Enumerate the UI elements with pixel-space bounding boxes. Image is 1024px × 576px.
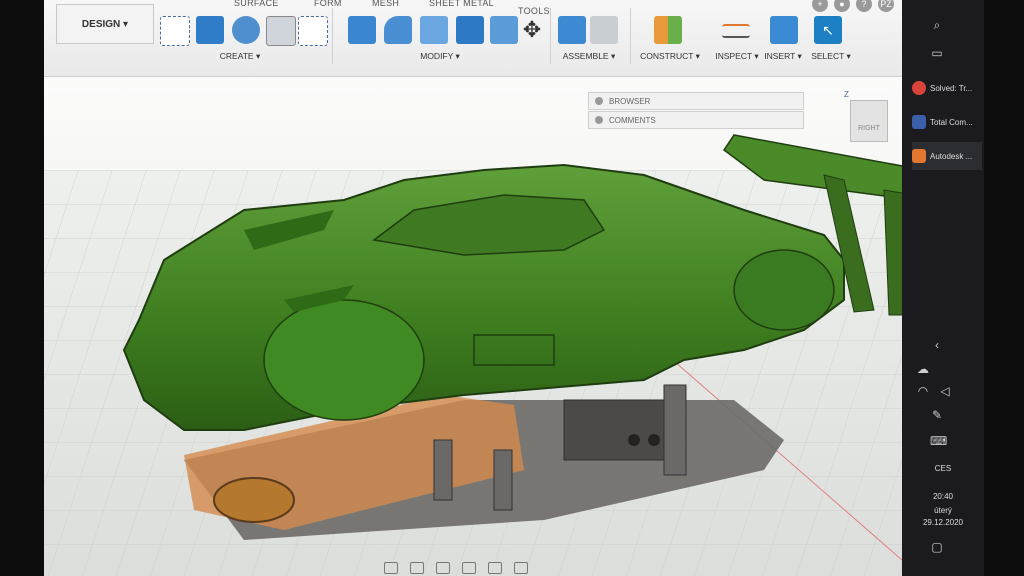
fusion360-window: DESIGN ▾ SURFACE FORM MESH SHEET METAL T…: [44, 0, 902, 576]
split-icon[interactable]: [490, 16, 518, 44]
tab-form[interactable]: FORM: [314, 0, 342, 8]
construct-menu[interactable]: CONSTRUCT ▾: [632, 51, 708, 62]
create-menu[interactable]: CREATE ▾: [156, 51, 324, 62]
pan-icon[interactable]: [410, 562, 424, 574]
navigation-bar: [384, 562, 528, 574]
taskbar-app-autodesk[interactable]: Autodesk ...: [912, 142, 982, 170]
modify-menu[interactable]: MODIFY ▾: [340, 51, 540, 62]
3d-viewport[interactable]: [44, 0, 902, 576]
keyboard-icon[interactable]: ⌨: [930, 434, 947, 448]
view-cube[interactable]: RIGHT: [850, 100, 888, 142]
fusion360-icon: [912, 149, 926, 163]
separator: [332, 8, 333, 64]
separator: [550, 8, 551, 64]
account-area: + ● ? PZ: [812, 0, 894, 12]
offset-plane-icon[interactable]: [654, 16, 682, 44]
monitor-frame: DESIGN ▾ SURFACE FORM MESH SHEET METAL T…: [0, 0, 1024, 576]
clock-day: úterý: [934, 506, 952, 515]
revolve-icon[interactable]: [232, 16, 260, 44]
expand-icon[interactable]: [595, 97, 603, 105]
extrude-icon[interactable]: [196, 16, 224, 44]
combine-icon[interactable]: [456, 16, 484, 44]
ground-plane: [44, 170, 902, 576]
comments-label: COMMENTS: [609, 115, 656, 125]
z-axis-label: Z: [844, 90, 849, 99]
taskbar-app-total-commander[interactable]: Total Com...: [912, 108, 982, 136]
hole-icon[interactable]: [266, 16, 296, 46]
volume-icon[interactable]: ◁: [938, 384, 952, 398]
clock-time[interactable]: 20:40: [902, 492, 984, 501]
browser-label: BROWSER: [609, 96, 651, 106]
zoom-icon[interactable]: [436, 562, 450, 574]
plus-icon[interactable]: +: [812, 0, 828, 12]
expand-icon[interactable]: [595, 116, 603, 124]
measure-icon[interactable]: [722, 24, 750, 38]
tab-sheet-metal[interactable]: SHEET METAL: [429, 0, 494, 8]
ribbon-toolbar: DESIGN ▾ SURFACE FORM MESH SHEET METAL T…: [44, 0, 902, 77]
clock-date: 29.12.2020: [922, 518, 964, 527]
display-settings-icon[interactable]: [488, 562, 502, 574]
fit-icon[interactable]: [462, 562, 476, 574]
taskbar-app-label: Solved: Tr...: [930, 83, 973, 93]
show-hidden-icons-chevron[interactable]: ‹: [930, 338, 944, 352]
orbit-icon[interactable]: [384, 562, 398, 574]
browser-panel[interactable]: BROWSER: [588, 92, 804, 110]
network-icon[interactable]: ◠: [916, 384, 930, 398]
assemble-menu[interactable]: ASSEMBLE ▾: [554, 51, 624, 62]
ground-grid: [44, 170, 902, 576]
windows-taskbar: ⌕ ▭ Solved: Tr... Total Com... Autodesk …: [902, 0, 984, 576]
taskbar-app-label: Autodesk ...: [930, 151, 973, 161]
select-menu[interactable]: SELECT ▾: [806, 51, 856, 62]
car-body-model: [122, 134, 902, 431]
modify-group: ✥ MODIFY ▾: [340, 8, 541, 68]
tab-surface[interactable]: SURFACE: [234, 0, 279, 8]
create-sketch-icon[interactable]: [160, 16, 190, 46]
comments-panel[interactable]: COMMENTS: [588, 111, 804, 129]
view-cube-face-label: RIGHT: [858, 125, 880, 132]
insert-image-icon[interactable]: [770, 16, 798, 44]
chrome-icon: [912, 81, 926, 95]
x-axis-line: [603, 299, 902, 561]
move-icon[interactable]: ✥: [520, 16, 544, 44]
tab-mesh[interactable]: MESH: [372, 0, 399, 8]
separator: [630, 8, 631, 64]
create-group: CREATE ▾: [156, 8, 328, 68]
taskbar-app-chrome[interactable]: Solved: Tr...: [912, 74, 982, 102]
pen-icon[interactable]: ✎: [930, 408, 944, 422]
input-language[interactable]: CES: [902, 464, 984, 473]
help-icon[interactable]: ?: [856, 0, 872, 12]
construct-group: CONSTRUCT ▾: [632, 8, 708, 68]
grid-settings-icon[interactable]: [514, 562, 528, 574]
chassis-part: [184, 384, 784, 540]
shell-icon[interactable]: [420, 16, 448, 44]
taskbar-app-label: Total Com...: [930, 117, 973, 127]
insert-group: INSERT ▾: [760, 8, 806, 68]
joint-icon[interactable]: [590, 16, 618, 44]
search-icon[interactable]: ⌕: [930, 18, 944, 32]
insert-menu[interactable]: INSERT ▾: [760, 51, 806, 62]
task-view-icon[interactable]: ▭: [930, 46, 944, 60]
press-pull-icon[interactable]: [348, 16, 376, 44]
notifications-icon[interactable]: ▢: [930, 540, 944, 554]
select-group: ↖ SELECT ▾: [806, 8, 856, 68]
cloud-icon[interactable]: ☁: [916, 362, 930, 376]
new-component-icon[interactable]: [558, 16, 586, 44]
user-avatar[interactable]: PZ: [878, 0, 894, 12]
assemble-group: ASSEMBLE ▾: [554, 8, 624, 68]
select-cursor-icon[interactable]: ↖: [814, 16, 842, 44]
fillet-icon[interactable]: [384, 16, 412, 44]
total-commander-icon: [912, 115, 926, 129]
form-icon[interactable]: [298, 16, 328, 46]
workspace-switcher-button[interactable]: DESIGN ▾: [56, 4, 154, 44]
job-status-icon[interactable]: ●: [834, 0, 850, 12]
